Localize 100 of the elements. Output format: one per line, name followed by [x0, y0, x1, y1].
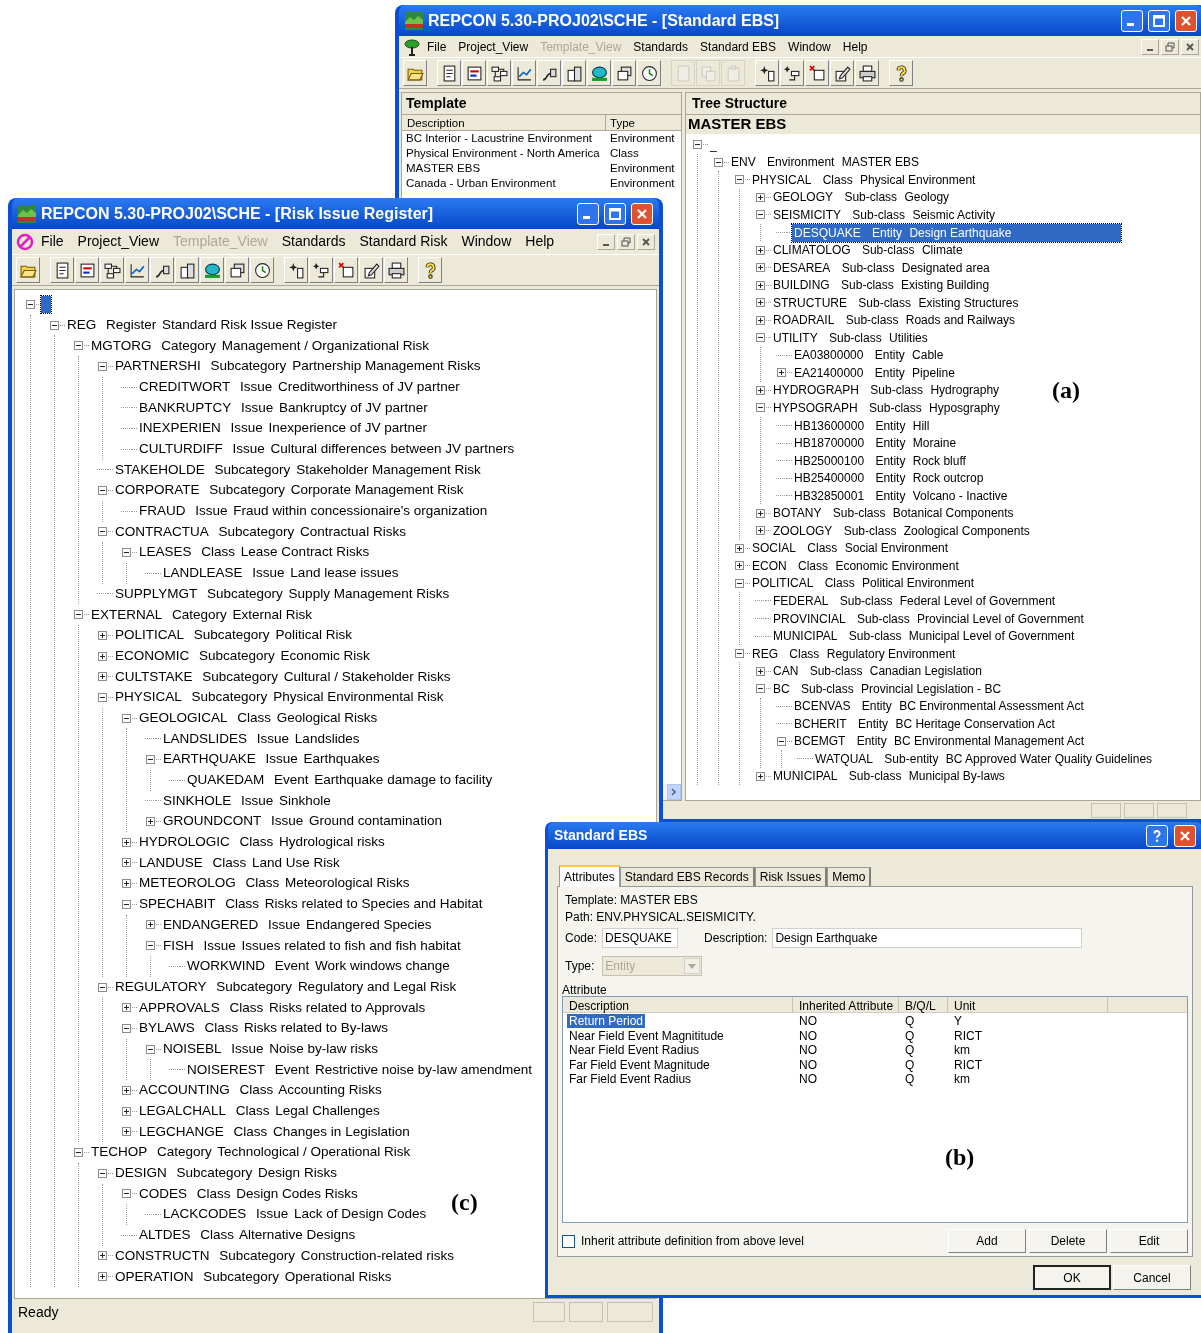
- minus-box-icon[interactable]: [122, 1023, 131, 1033]
- minimize-button[interactable]: [1121, 9, 1143, 32]
- minus-box-icon[interactable]: [756, 684, 765, 694]
- tree-item[interactable]: HB32850001 Entity Volcano - Inactive: [792, 486, 1010, 505]
- minus-box-icon[interactable]: [98, 361, 107, 371]
- tree-item[interactable]: GROUNDCONT Issue Ground contamination: [161, 811, 444, 832]
- menu-item[interactable]: File: [34, 231, 71, 252]
- plus-box-icon[interactable]: [98, 672, 107, 682]
- plus-box-icon[interactable]: [756, 298, 765, 308]
- maximize-button[interactable]: [604, 202, 626, 225]
- plus-box-icon[interactable]: [122, 879, 131, 889]
- tree-item[interactable]: SINKHOLE Issue Sinkhole: [161, 790, 333, 811]
- tree-item[interactable]: DESIGN Subcategory Design Risks: [113, 1163, 339, 1184]
- minus-box-icon[interactable]: [693, 140, 702, 150]
- tree-item[interactable]: LACKCODES Issue Lack of Design Codes: [161, 1204, 429, 1225]
- tree-item[interactable]: BCHERIT Entity BC Heritage Conservation Act: [792, 714, 1057, 733]
- tree-item[interactable]: METEOROLOG Class Meteorological Risks: [137, 873, 412, 894]
- minus-box-icon[interactable]: [50, 320, 59, 330]
- tree-item[interactable]: CODES Class Design Codes Risks: [137, 1183, 360, 1205]
- tree-item[interactable]: QUAKEDAM Event Earthquake damage to facility: [185, 770, 495, 791]
- prohibition-icon[interactable]: [16, 232, 34, 251]
- tree-item[interactable]: SUPPLYMGT Subcategory Supply Management Risks: [113, 583, 452, 605]
- tree-item[interactable]: _: [708, 135, 719, 154]
- menu-item[interactable]: Standards: [274, 231, 353, 252]
- tree-item[interactable]: BANKRUPTCY Issue Bankruptcy of JV partner: [137, 397, 430, 418]
- document-minimize-button[interactable]: [1141, 38, 1159, 55]
- minus-box-icon[interactable]: [26, 299, 35, 309]
- tree-item[interactable]: LANDUSE Class Land Use Risk: [137, 852, 342, 874]
- menu-item[interactable]: Window: [454, 231, 519, 252]
- tree-item[interactable]: ENDANGERED Issue Endangered Species: [161, 914, 434, 936]
- dialog-button[interactable]: OK: [1033, 1265, 1111, 1290]
- tab[interactable]: Risk Issues: [754, 867, 828, 886]
- menu-item[interactable]: Standards: [627, 37, 695, 56]
- selected-node-highlight[interactable]: [41, 295, 51, 313]
- minus-box-icon[interactable]: [756, 403, 765, 413]
- tree-item[interactable]: CONTRACTUA Subcategory Contractual Risks: [113, 521, 408, 543]
- tree-item[interactable]: BOTANY Sub-class Botanical Components: [771, 504, 1016, 523]
- plus-box-icon[interactable]: [756, 192, 765, 202]
- minus-box-icon[interactable]: [146, 754, 155, 764]
- plus-box-icon[interactable]: [122, 837, 131, 847]
- minus-box-icon[interactable]: [98, 527, 107, 537]
- tree-item[interactable]: WORKWIND Event Work windows change: [185, 956, 452, 977]
- minus-box-icon[interactable]: [146, 941, 155, 951]
- tree-item[interactable]: EA21400000 Entity Pipeline: [792, 363, 957, 382]
- document-close-button[interactable]: [1181, 38, 1199, 55]
- minus-box-icon[interactable]: [98, 982, 107, 992]
- tree-item[interactable]: STRUCTURE Sub-class Existing Structures: [771, 293, 1021, 312]
- tree-item[interactable]: EA03800000 Entity Cable: [792, 346, 946, 365]
- menu-item[interactable]: Help: [518, 231, 562, 252]
- action-button[interactable]: Add: [948, 1229, 1026, 1253]
- action-button[interactable]: Edit: [1110, 1229, 1188, 1253]
- tree-item[interactable]: ENV Environment MASTER EBS: [729, 153, 922, 172]
- tree-item[interactable]: GEOLOGICAL Class Geological Risks: [137, 707, 380, 729]
- tree-item[interactable]: OPERATION Subcategory Operational Risks: [113, 1266, 394, 1287]
- minus-box-icon[interactable]: [98, 486, 107, 496]
- plus-box-icon[interactable]: [756, 385, 765, 395]
- tree-item[interactable]: TECHOP Category Technological / Operational Risk: [89, 1142, 413, 1163]
- plus-box-icon[interactable]: [777, 368, 786, 378]
- tab[interactable]: Memo: [827, 867, 872, 886]
- minus-box-icon[interactable]: [714, 157, 723, 167]
- tree-item[interactable]: CULTURDIFF Issue Cultural differences between JV partners: [137, 439, 517, 460]
- tree-item[interactable]: WATQUAL Sub-entity BC Approved Water Quality Guidelines: [813, 749, 1155, 768]
- minus-box-icon[interactable]: [756, 333, 765, 343]
- column-header[interactable]: Type: [606, 115, 681, 131]
- tree-item[interactable]: BC Sub-class Provincial Legislation - BC: [771, 679, 1004, 698]
- help-button[interactable]: [1146, 824, 1168, 847]
- tree-item[interactable]: BCEMGT Entity BC Environmental Management Act: [792, 732, 1087, 751]
- tree-item[interactable]: LEGALCHALL Class Legal Challenges: [137, 1101, 382, 1122]
- plus-box-icon[interactable]: [735, 561, 744, 571]
- description-field[interactable]: Design Earthquake: [772, 928, 1083, 948]
- tree-item[interactable]: NOISEREST Event Restrictive noise by-law amendment: [185, 1059, 534, 1080]
- tree-item[interactable]: HYPSOGRAPH Sub-class Hyposgraphy: [771, 399, 1002, 417]
- tree-item[interactable]: CONSTRUCTN Subcategory Construction-related risks: [113, 1245, 456, 1267]
- plus-box-icon[interactable]: [756, 280, 765, 290]
- plus-box-icon[interactable]: [756, 526, 765, 536]
- tree-item[interactable]: CORPORATE Subcategory Corporate Management Risk: [113, 480, 466, 501]
- tree-item[interactable]: BCENVAS Entity BC Environmental Assessment Act: [792, 697, 1086, 716]
- tree-item[interactable]: STAKEHOLDE Subcategory Stakeholder Management Risk: [113, 459, 483, 480]
- plus-box-icon[interactable]: [122, 1003, 131, 1013]
- tree-item[interactable]: HB13600000 Entity Hill: [792, 416, 932, 435]
- tree-item[interactable]: APPROVALS Class Risks related to Approvals: [137, 997, 428, 1018]
- plus-box-icon[interactable]: [146, 920, 155, 930]
- column-header[interactable]: Unit: [948, 997, 1108, 1012]
- scroll-right-button[interactable]: [667, 784, 681, 800]
- minus-box-icon[interactable]: [122, 1189, 131, 1199]
- tree-item[interactable]: HYDROLOGIC Class Hydrological risks: [137, 832, 387, 853]
- menu-item[interactable]: Standard Risk: [352, 231, 455, 252]
- document-restore-button[interactable]: [1161, 38, 1179, 55]
- menu-item[interactable]: Project_View: [452, 37, 535, 56]
- plus-box-icon[interactable]: [756, 771, 765, 781]
- tree-item[interactable]: CLIMATOLOG Sub-class Climate: [771, 241, 965, 260]
- tree-item[interactable]: SOCIAL Class Social Environment: [750, 539, 951, 558]
- tree-item[interactable]: POLITICAL Class Political Environment: [750, 574, 977, 593]
- close-button[interactable]: [631, 202, 653, 225]
- plus-box-icon[interactable]: [122, 1085, 131, 1095]
- code-field[interactable]: DESQUAKE: [602, 928, 679, 948]
- tree-item[interactable]: UTILITY Sub-class Utilities: [771, 328, 930, 347]
- tree-item[interactable]: NOISEBL Issue Noise by-law risks: [161, 1038, 381, 1060]
- tree-item[interactable]: CAN Sub-class Canadian Legislation: [771, 662, 984, 681]
- tree-item[interactable]: EARTHQUAKE Issue Earthquakes: [161, 749, 382, 770]
